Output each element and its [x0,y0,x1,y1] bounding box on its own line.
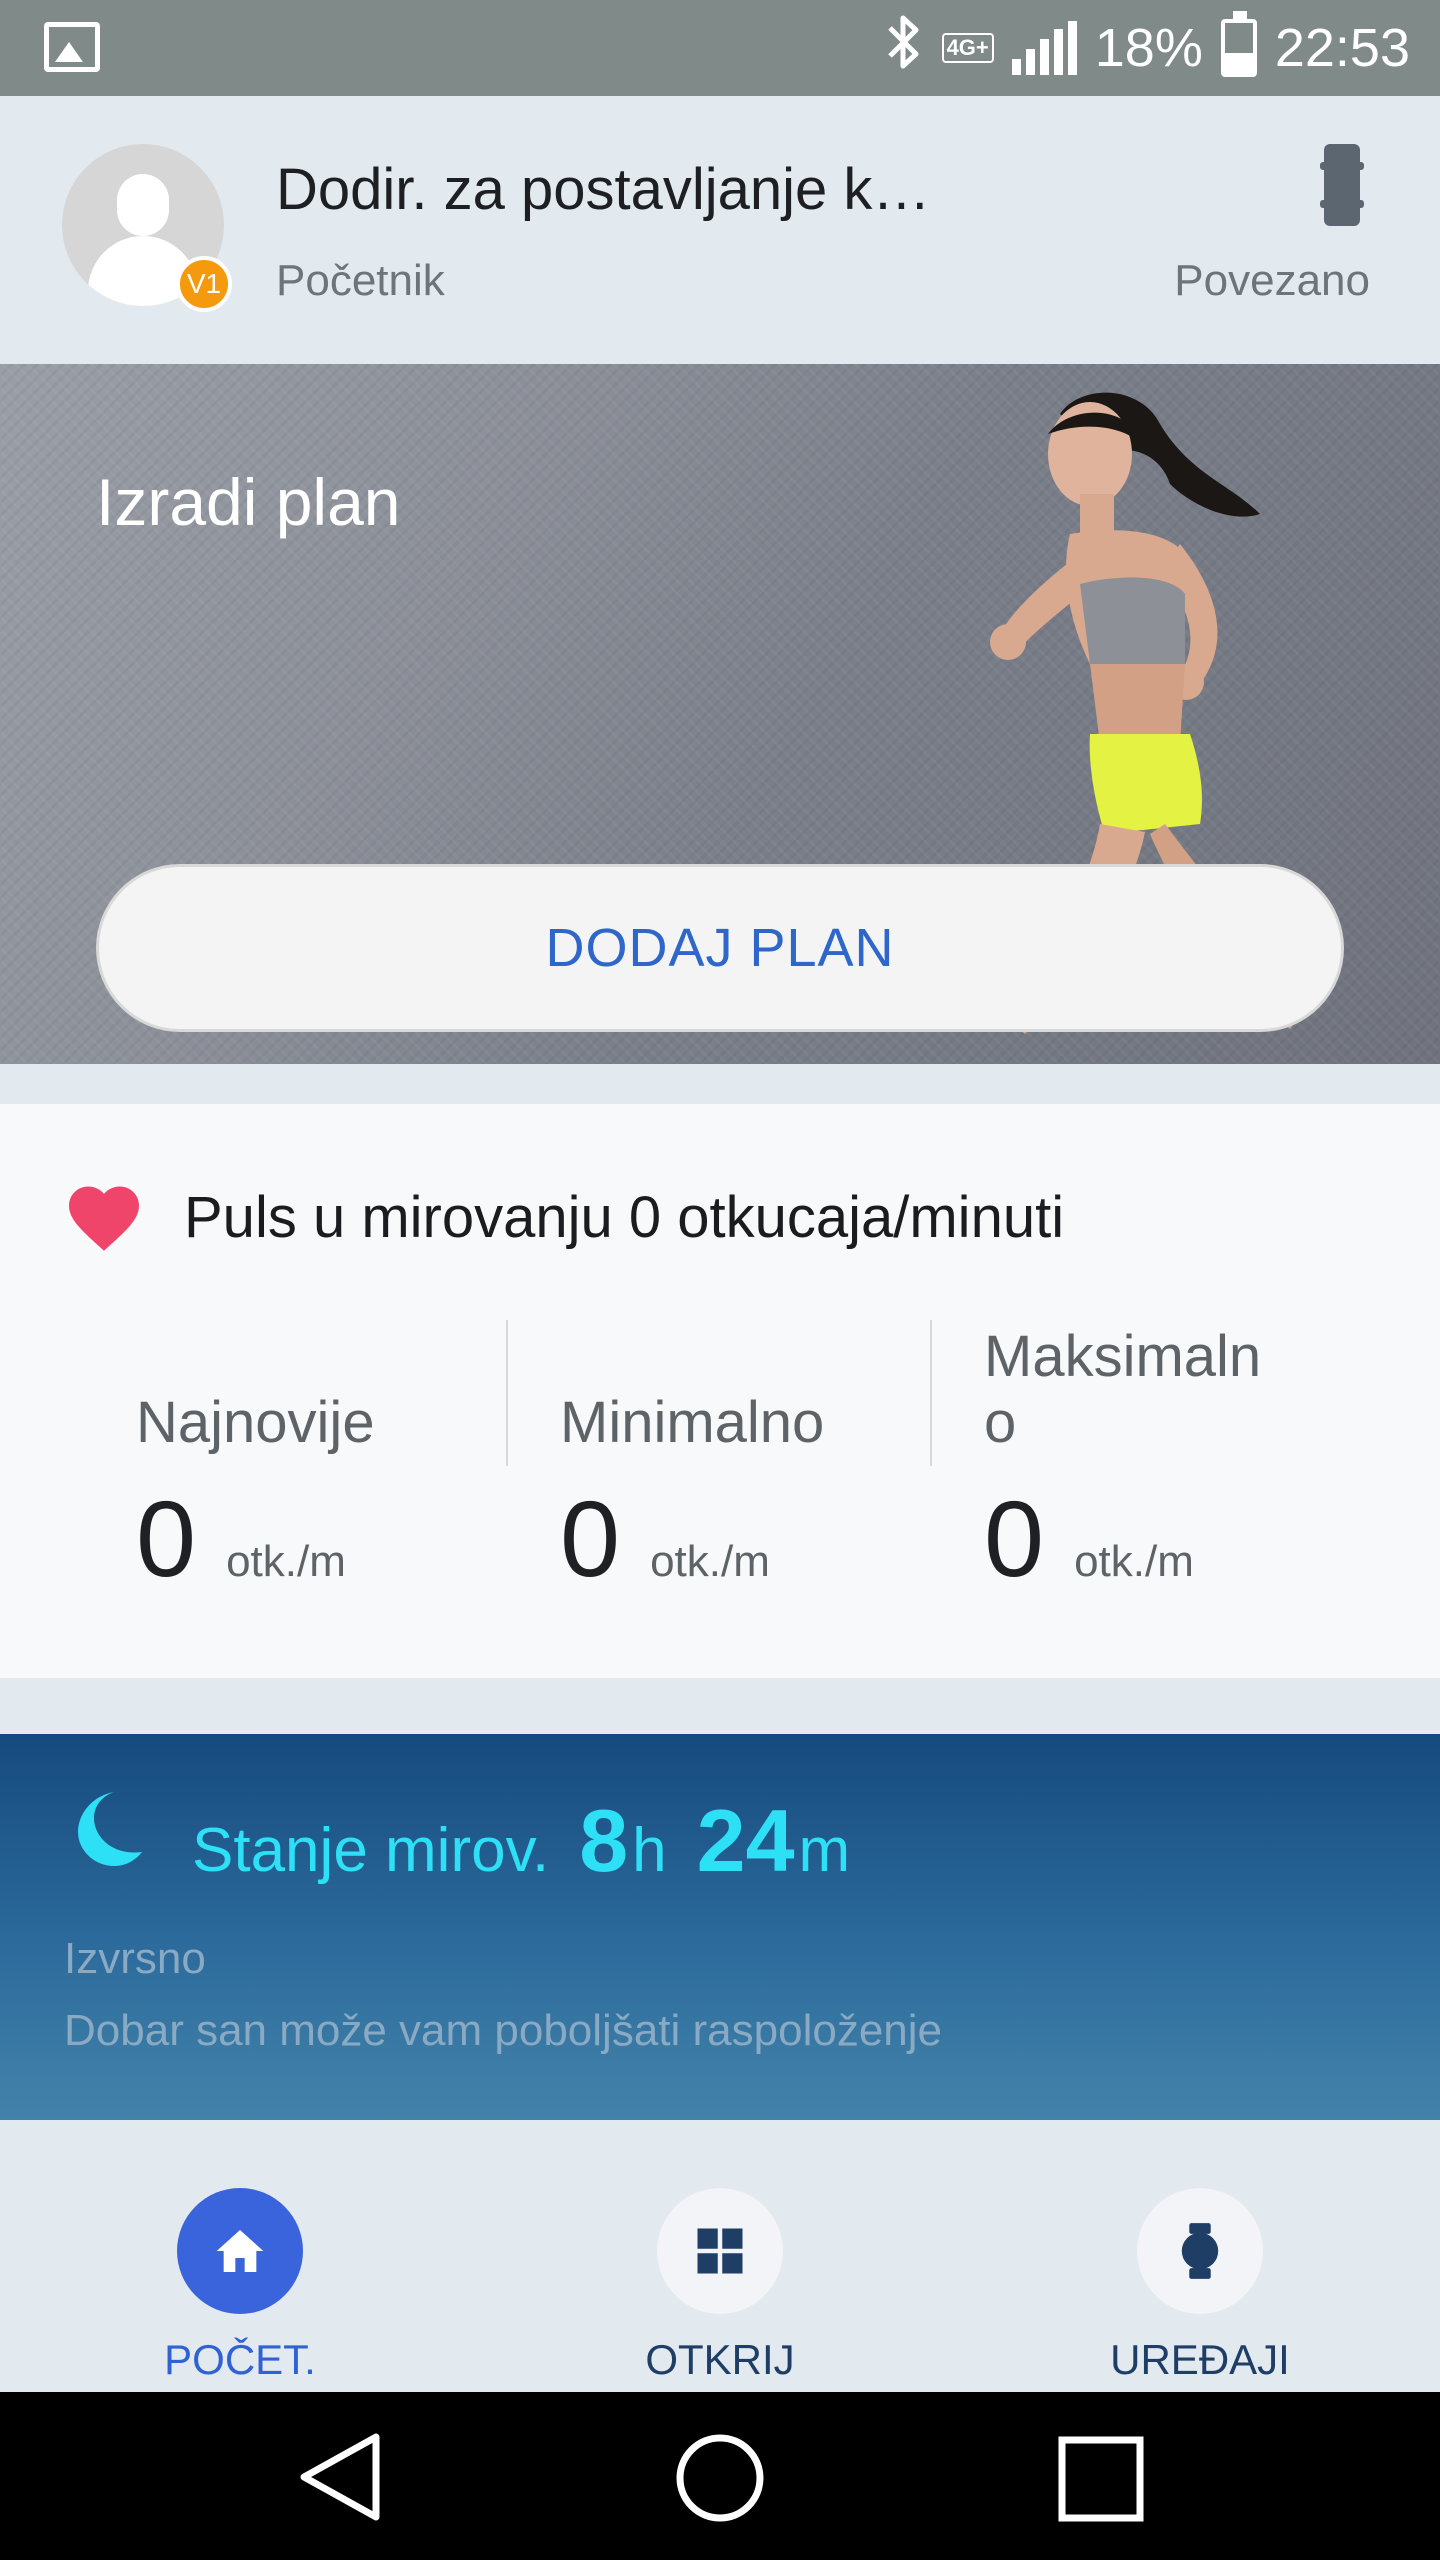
plan-banner[interactable]: Izradi plan DODAJ PLAN [0,364,1440,1064]
system-navigation-bar [0,2392,1440,2560]
moon-icon [78,1792,142,1866]
hr-latest-value: 0 [136,1478,197,1599]
recents-icon[interactable] [1058,2436,1144,2522]
back-icon[interactable] [296,2432,382,2522]
watch-icon[interactable] [1137,2188,1263,2314]
bluetooth-icon [884,12,924,85]
level-badge: V1 [176,256,232,312]
nav-devices-label[interactable]: UREĐAJI [1110,2336,1290,2384]
hr-latest-unit: otk./m [226,1537,346,1586]
hr-maximum-label: Maksimaln o [984,1324,1384,1456]
battery-percent: 18% [1094,18,1203,78]
signal-icon [1011,21,1077,75]
add-plan-button[interactable]: DODAJ PLAN [96,864,1344,1032]
sleep-card[interactable]: Stanje mirov. 8 h 24 m Izvrsno Dobar san… [0,1734,1440,2120]
hr-maximum-label-line1: Maksimaln [984,1324,1262,1389]
fitness-band-icon[interactable] [1320,144,1364,226]
hr-maximum: Maksimaln o 0 otk./m [984,1324,1384,1601]
gallery-icon [44,22,100,72]
hr-minimum: Minimalno 0 otk./m [560,1324,920,1601]
hr-latest-label: Najnovije [136,1390,375,1455]
heart-rate-card[interactable]: Puls u mirovanju 0 otkucaja/minuti Najno… [0,1104,1440,1678]
profile-title[interactable]: Dodir. za postavljanje k… [276,156,930,223]
profile-header[interactable]: V1 Dodir. za postavljanje k… Početnik Po… [0,96,1440,364]
home-icon[interactable] [177,2188,303,2314]
nav-discover[interactable]: OTKRIJ [570,2188,870,2384]
sleep-minutes: 24 [696,1791,795,1890]
battery-icon [1220,11,1257,77]
sleep-tip: Dobar san može vam poboljšati raspoložen… [64,2006,943,2055]
sleep-quality: Izvrsno [64,1934,206,1983]
plan-title: Izradi plan [96,465,401,539]
hr-minimum-value: 0 [560,1478,621,1599]
status-bar: 4G+ 18% 22:53 [0,0,1440,96]
sleep-hours: 8 [579,1791,629,1890]
hr-minimum-unit: otk./m [650,1537,770,1586]
hr-maximum-unit: otk./m [1074,1537,1194,1586]
hr-latest: Najnovije 0 otk./m [136,1324,496,1601]
network-4g-icon: 4G+ [941,33,994,63]
heart-icon [69,1186,139,1251]
divider [506,1320,508,1466]
bottom-navigation: POČET. OTKRIJ UREĐAJI [0,2120,1440,2392]
sleep-minutes-unit: m [798,1816,851,1885]
nav-home[interactable]: POČET. [90,2188,390,2384]
home-circle-icon[interactable] [674,2432,766,2524]
sleep-label: Stanje mirov. [192,1816,550,1885]
nav-home-label[interactable]: POČET. [164,2336,316,2384]
status-icons: 4G+ 18% 22:53 [884,0,1410,96]
hr-minimum-label: Minimalno [560,1390,825,1455]
heart-rate-title: Puls u mirovanju 0 otkucaja/minuti [184,1185,1065,1250]
profile-rank: Početnik [276,256,445,305]
hr-maximum-label-line2: o [984,1390,1017,1455]
sleep-hours-unit: h [632,1816,667,1885]
nav-discover-label[interactable]: OTKRIJ [645,2336,794,2384]
divider [930,1320,932,1466]
grid-icon[interactable] [657,2188,783,2314]
device-status: Povezano [1174,256,1370,305]
status-time: 22:53 [1274,18,1410,78]
sleep-summary: Stanje mirov. 8 h 24 m [192,1790,850,1892]
nav-devices[interactable]: UREĐAJI [1050,2188,1350,2384]
hr-maximum-value: 0 [984,1478,1045,1599]
